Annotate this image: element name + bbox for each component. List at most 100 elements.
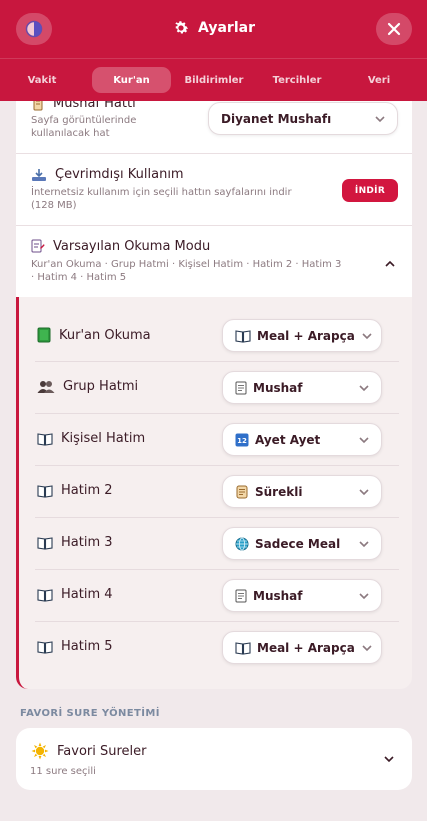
mushaf-subtitle: Sayfa görüntülerinde kullanılacak hat [31, 114, 136, 140]
close-icon [387, 22, 401, 36]
reading-mode-summary-line2: · Hatim 4 · Hatim 5 [31, 272, 127, 283]
reading-mode-row-label: Hatim 5 [37, 639, 113, 654]
numbers-icon: 12 [235, 433, 249, 447]
favorites-title: Favori Sureler [57, 743, 147, 759]
reading-mode-select[interactable]: Sadece Meal [222, 527, 382, 560]
reading-mode-row: Hatim 2 Sürekli [35, 466, 399, 518]
reading-mode-row-label: Kişisel Hatim [37, 431, 145, 446]
reading-mode-label-text: Hatim 5 [61, 639, 113, 654]
app-header: Ayarlar [0, 0, 427, 58]
globe-icon [235, 537, 249, 551]
reading-mode-panel: Kur'an Okuma Meal + Arapça Grup Hatmi Musha… [16, 297, 412, 689]
mushaf-selected-value: Diyanet Mushafı [221, 111, 332, 126]
reading-mode-label-text: Hatim 4 [61, 587, 113, 602]
favorites-card[interactable]: Favori Sureler 11 sure seçili [16, 728, 412, 790]
gear-icon [172, 19, 190, 37]
close-button[interactable] [376, 13, 412, 45]
divider [16, 225, 412, 226]
tab-vakit[interactable]: Vakit [18, 67, 66, 93]
favorites-subtitle: 11 sure seçili [30, 766, 96, 777]
reading-mode-label-text: Grup Hatmi [63, 379, 139, 394]
chevron-down-icon [357, 381, 371, 395]
tab-veri[interactable]: Veri [360, 67, 398, 93]
reading-mode-row: Hatim 3 Sadece Meal [35, 518, 399, 570]
reading-mode-row: Hatim 4 Mushaf [35, 570, 399, 622]
settings-content: Mushaf Hattı Sayfa görüntülerinde kullan… [0, 101, 427, 821]
reading-mode-selected-value: Meal + Arapça [257, 328, 355, 343]
chevron-down-icon [373, 112, 387, 126]
scroll-icon [235, 485, 249, 499]
book-icon [235, 329, 251, 343]
offline-subtitle: İnternetsiz kullanım için seçili hattın … [31, 186, 292, 212]
reading-mode-row: Hatim 5 Meal + Arapça [35, 622, 399, 674]
reading-mode-selected-value: Mushaf [253, 380, 303, 395]
reading-mode-row-label: Hatim 4 [37, 587, 113, 602]
reading-mode-selected-value: Sadece Meal [255, 536, 341, 551]
mushaf-title: Mushaf Hattı [53, 101, 136, 111]
mushaf-row-title: Mushaf Hattı [31, 101, 136, 111]
reading-mode-summary: Kur'an Okuma · Grup Hatmi · Kişisel Hati… [31, 258, 341, 284]
favorites-section-title: FAVORİ SURE YÖNETİMİ [20, 708, 160, 719]
mushaf-select[interactable]: Diyanet Mushafı [208, 102, 398, 135]
divider [16, 153, 412, 154]
reading-mode-row: Kur'an Okuma Meal + Arapça [35, 310, 399, 362]
mushaf-subtitle-line2: kullanılacak hat [31, 128, 110, 139]
reading-mode-row-label: Kur'an Okuma [37, 327, 151, 343]
chevron-down-icon [357, 537, 371, 551]
page-icon [235, 381, 247, 395]
favorites-row-title: Favori Sureler [31, 742, 147, 760]
chevron-down-icon [361, 329, 373, 343]
offline-title: Çevrimdışı Kullanım [55, 167, 184, 182]
people-icon [37, 380, 55, 394]
reading-mode-selected-value: Ayet Ayet [255, 432, 321, 447]
reading-mode-row: Kişisel Hatim 12 Ayet Ayet [35, 414, 399, 466]
svg-text:12: 12 [237, 437, 247, 445]
book-icon [37, 640, 53, 654]
reading-mode-label-text: Hatim 2 [61, 483, 113, 498]
reading-mode-summary-line1: Kur'an Okuma · Grup Hatmi · Kişisel Hati… [31, 259, 342, 270]
reading-mode-row-label: Hatim 3 [37, 535, 113, 550]
page-icon [235, 589, 247, 603]
tab-bildirimler[interactable]: Bildirimler [180, 67, 248, 93]
book-icon [37, 432, 53, 446]
book-icon [37, 536, 53, 550]
page-title-text: Ayarlar [198, 20, 255, 36]
chevron-down-icon [357, 485, 371, 499]
sun-icon [31, 742, 49, 760]
chevron-up-icon [384, 258, 396, 270]
reading-mode-select[interactable]: Sürekli [222, 475, 382, 508]
reading-mode-selected-value: Meal + Arapça [257, 640, 355, 655]
reading-mode-select[interactable]: Mushaf [222, 579, 382, 612]
reading-mode-select[interactable]: Mushaf [222, 371, 382, 404]
tab-kuran[interactable]: Kur'an [92, 67, 171, 93]
reading-mode-row: Grup Hatmi Mushaf [35, 362, 399, 414]
green-book-icon [37, 327, 51, 343]
reading-mode-row-label: Grup Hatmi [37, 379, 138, 394]
chevron-down-icon [361, 641, 373, 655]
reading-mode-row-label: Hatim 2 [37, 483, 113, 498]
page-title: Ayarlar [0, 19, 427, 37]
reading-mode-selected-value: Sürekli [255, 484, 303, 499]
tab-bar: Vakit Kur'an Bildirimler Tercihler Veri [0, 58, 427, 101]
offline-subtitle-line1: İnternetsiz kullanım için seçili hattın … [31, 187, 292, 198]
document-edit-icon [31, 239, 45, 254]
book-icon [37, 484, 53, 498]
reading-mode-row-title: Varsayılan Okuma Modu [31, 239, 210, 254]
reading-mode-selected-value: Mushaf [253, 588, 303, 603]
chevron-down-icon [357, 433, 371, 447]
reading-mode-select[interactable]: 12 Ayet Ayet [222, 423, 382, 456]
reading-mode-select[interactable]: Meal + Arapça [222, 631, 382, 664]
offline-subtitle-line2: (128 MB) [31, 200, 77, 211]
chevron-down-icon [383, 753, 395, 765]
book-icon [37, 588, 53, 602]
reading-mode-label-text: Kişisel Hatim [61, 431, 146, 446]
download-button[interactable]: İNDİR [342, 179, 398, 202]
offline-row-title: Çevrimdışı Kullanım [31, 167, 184, 182]
reading-mode-label-text: Kur'an Okuma [59, 327, 151, 343]
reading-mode-select[interactable]: Meal + Arapça [222, 319, 382, 352]
mushaf-subtitle-line1: Sayfa görüntülerinde [31, 115, 137, 126]
tab-tercihler[interactable]: Tercihler [264, 67, 330, 93]
scroll-icon [31, 101, 45, 111]
download-icon [31, 168, 47, 182]
chevron-down-icon [357, 589, 371, 603]
